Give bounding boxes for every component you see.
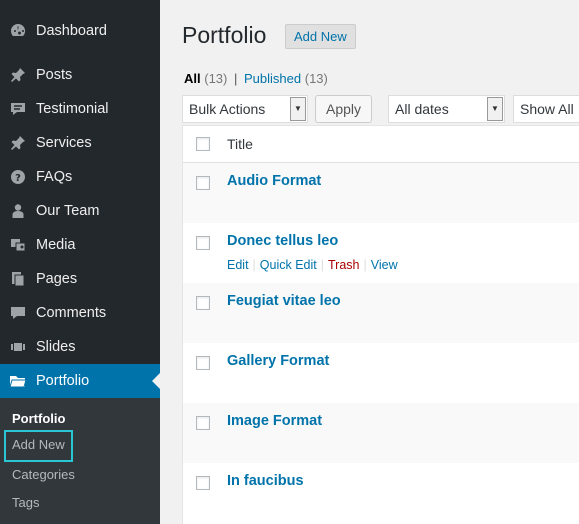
- category-filter-value: Show All: [520, 101, 574, 117]
- table-header: Title: [183, 126, 579, 163]
- main-content: Portfolio Add New All (13) | Published (…: [160, 0, 579, 524]
- menu-comments[interactable]: Comments: [0, 296, 160, 330]
- menu-label: FAQs: [36, 169, 73, 185]
- row-actions: Edit | Quick Edit | Trash | View: [227, 258, 398, 272]
- menu-faqs[interactable]: ? FAQs: [0, 160, 160, 194]
- pages-icon: [9, 270, 27, 288]
- filter-published[interactable]: Published: [244, 71, 301, 86]
- date-filter-value: All dates: [395, 101, 449, 117]
- view-link[interactable]: View: [371, 258, 398, 272]
- menu-our-team[interactable]: Our Team: [0, 194, 160, 228]
- table-row: Donec tellus leo Edit | Quick Edit | Trash | V…: [183, 223, 579, 283]
- row-title-link[interactable]: Feugiat vitae leo: [227, 293, 341, 309]
- bulk-actions-select[interactable]: Bulk Actions ▼: [182, 95, 308, 123]
- submenu-portfolio[interactable]: Portfolio: [12, 411, 65, 426]
- person-icon: [9, 202, 27, 220]
- row-checkbox[interactable]: [196, 416, 210, 430]
- chevron-down-icon: ▼: [487, 97, 503, 121]
- comment-icon: [9, 304, 27, 322]
- folder-icon: [9, 372, 27, 390]
- menu-label: Our Team: [36, 203, 100, 219]
- quick-edit-link[interactable]: Quick Edit: [260, 258, 317, 272]
- apply-button[interactable]: Apply: [315, 95, 373, 123]
- row-title-link[interactable]: Image Format: [227, 413, 322, 429]
- submenu-categories[interactable]: Categories: [12, 467, 75, 482]
- chevron-down-icon: ▼: [290, 97, 306, 121]
- edit-link[interactable]: Edit: [227, 258, 249, 272]
- pin-icon: [9, 66, 27, 84]
- row-title-link[interactable]: Donec tellus leo: [227, 233, 338, 249]
- submenu-tags[interactable]: Tags: [12, 495, 39, 510]
- portfolio-submenu: Portfolio Add New Categories Tags: [0, 398, 160, 524]
- table-row: Feugiat vitae leo: [183, 283, 579, 343]
- pin-icon: [9, 134, 27, 152]
- table-row: In faucibus: [183, 463, 579, 523]
- posts-table: Title Audio Format Donec tellus leo Edit…: [182, 125, 579, 524]
- filter-published-count: (13): [304, 71, 328, 86]
- menu-label: Comments: [36, 305, 107, 321]
- menu-slides[interactable]: Slides: [0, 330, 160, 364]
- row-checkbox[interactable]: [196, 236, 210, 250]
- category-filter-select[interactable]: Show All: [513, 95, 579, 123]
- menu-label: Portfolio: [36, 373, 90, 389]
- table-row: Gallery Format: [183, 343, 579, 403]
- menu-pages[interactable]: Pages: [0, 262, 160, 296]
- page-title: Portfolio: [182, 22, 267, 48]
- table-row: Image Format: [183, 403, 579, 463]
- slides-icon: [9, 338, 27, 356]
- admin-sidebar: Dashboard Posts Testimonial Services ? F…: [0, 0, 160, 524]
- bulk-actions-value: Bulk Actions: [189, 101, 266, 117]
- trash-link[interactable]: Trash: [328, 258, 360, 272]
- media-icon: [9, 236, 27, 254]
- row-checkbox[interactable]: [196, 476, 210, 490]
- menu-portfolio[interactable]: Portfolio: [0, 364, 160, 398]
- menu-label: Pages: [36, 271, 78, 287]
- filter-all-count: (13): [204, 71, 228, 86]
- row-title-link[interactable]: In faucibus: [227, 473, 304, 489]
- table-row: Audio Format: [183, 163, 579, 223]
- row-checkbox[interactable]: [196, 296, 210, 310]
- column-title-header[interactable]: Title: [227, 136, 253, 152]
- menu-posts[interactable]: Posts: [0, 58, 160, 92]
- filter-separator: |: [234, 71, 238, 86]
- row-checkbox[interactable]: [196, 356, 210, 370]
- date-filter-select[interactable]: All dates ▼: [388, 95, 505, 123]
- menu-label: Dashboard: [36, 23, 107, 39]
- menu-services[interactable]: Services: [0, 126, 160, 160]
- question-icon: ?: [9, 168, 27, 186]
- row-title-link[interactable]: Audio Format: [227, 173, 321, 189]
- menu-label: Posts: [36, 67, 73, 83]
- menu-dashboard[interactable]: Dashboard: [0, 14, 160, 48]
- row-checkbox[interactable]: [196, 176, 210, 190]
- menu-testimonial[interactable]: Testimonial: [0, 92, 160, 126]
- menu-label: Testimonial: [36, 101, 109, 117]
- add-new-button[interactable]: Add New: [285, 24, 356, 49]
- row-title-link[interactable]: Gallery Format: [227, 353, 329, 369]
- status-filters: All (13) | Published (13): [184, 71, 328, 86]
- menu-media[interactable]: Media: [0, 228, 160, 262]
- menu-label: Media: [36, 237, 76, 253]
- svg-text:?: ?: [15, 173, 21, 184]
- menu-label: Services: [36, 135, 92, 151]
- select-all-checkbox[interactable]: [196, 137, 210, 151]
- comment-icon: [9, 100, 27, 118]
- dashboard-icon: [9, 22, 27, 40]
- filter-all[interactable]: All: [184, 71, 201, 86]
- menu-label: Slides: [36, 339, 76, 355]
- submenu-add-new[interactable]: Add New: [4, 430, 73, 462]
